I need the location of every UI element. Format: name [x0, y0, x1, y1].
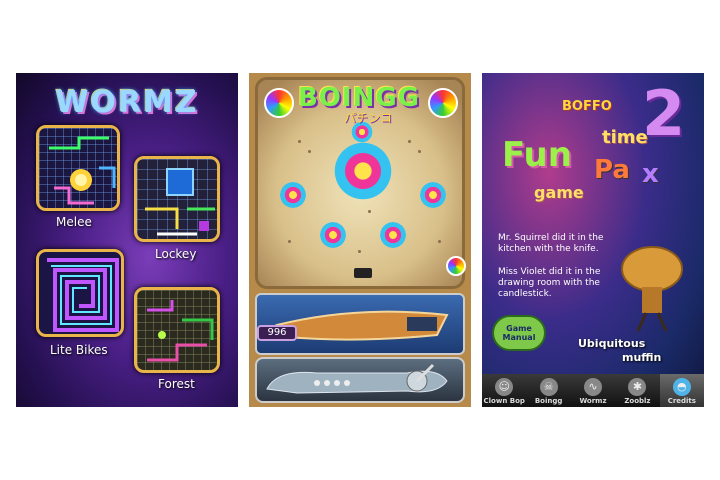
tile-lockey[interactable] — [134, 156, 220, 242]
tab-wormz-label: Wormz — [579, 397, 607, 405]
flower-left-icon — [278, 180, 308, 210]
funpax-screen: BOFFO 2 time Fun Pa x game Mr. Squirrel … — [482, 73, 704, 407]
tile-forest-label: Forest — [158, 377, 195, 391]
tab-zooblz-label: Zooblz — [624, 397, 651, 405]
launcher[interactable] — [255, 357, 465, 403]
flower-lower-left-icon — [318, 220, 348, 250]
clue-2: Miss Violet did it in the drawing room w… — [498, 267, 601, 299]
clown-icon: ☺ — [495, 378, 514, 396]
word-fun: Fun — [502, 135, 572, 175]
flower-right-icon — [418, 180, 448, 210]
tab-boingg-label: Boingg — [534, 397, 563, 405]
boingg-subtitle: パチンコ — [344, 111, 393, 125]
word-time: time — [602, 127, 648, 148]
game-manual-label: Game Manual — [502, 324, 536, 342]
word-pa: Pa — [594, 155, 630, 185]
tab-wormz[interactable]: ∿ Wormz — [571, 374, 615, 407]
bug-icon: ✱ — [628, 378, 647, 396]
boingg-screen: BOINGG パチンコ 996 — [249, 73, 471, 407]
muffin-character-icon — [621, 246, 683, 332]
tab-zooblz[interactable]: ✱ Zooblz — [615, 374, 659, 407]
version-number: 2 — [642, 77, 686, 150]
game-manual-button[interactable]: Game Manual — [492, 315, 546, 351]
clue-1: Mr. Squirrel did it in the kitchen with … — [498, 233, 604, 254]
boat-tray — [255, 293, 465, 355]
tab-clown-bop-label: Clown Bop — [483, 397, 525, 405]
tile-melee[interactable] — [36, 125, 120, 211]
tab-boingg[interactable]: ☠ Boingg — [526, 374, 570, 407]
rainbow-wheel-bottom-icon — [446, 256, 466, 276]
cupcake-icon: ◓ — [672, 378, 691, 396]
character-name-line1: Ubiquitous — [578, 337, 646, 350]
tab-credits[interactable]: ◓ Credits — [659, 374, 704, 407]
center-flower-icon — [330, 138, 396, 204]
word-game: game — [534, 183, 584, 202]
ball-counter: 996 — [257, 325, 297, 341]
tab-clown-bop[interactable]: ☺ Clown Bop — [482, 374, 526, 407]
character-name-line2: muffin — [622, 351, 662, 364]
tile-melee-label: Melee — [56, 215, 92, 229]
ball-drain — [354, 268, 372, 278]
word-x: x — [642, 159, 659, 189]
tab-credits-label: Credits — [667, 397, 696, 405]
rainbow-wheel-right-icon — [428, 88, 458, 118]
tile-forest[interactable] — [134, 287, 220, 373]
flower-lower-right-icon — [378, 220, 408, 250]
wormz-logo: WORMZ — [55, 85, 199, 120]
tab-bar: ☺ Clown Bop ☠ Boingg ∿ Wormz ✱ Zooblz ◓ … — [482, 374, 704, 407]
tile-lite-bikes-label: Lite Bikes — [50, 343, 108, 357]
tile-lockey-label: Lockey — [155, 247, 197, 261]
worm-icon: ∿ — [584, 378, 603, 396]
boffo-title: BOFFO — [562, 99, 612, 114]
skull-icon: ☠ — [539, 378, 558, 396]
tile-lite-bikes[interactable] — [36, 249, 124, 337]
wormz-screen: WORMZ Melee Lockey Lite Bikes Forest — [16, 73, 238, 407]
